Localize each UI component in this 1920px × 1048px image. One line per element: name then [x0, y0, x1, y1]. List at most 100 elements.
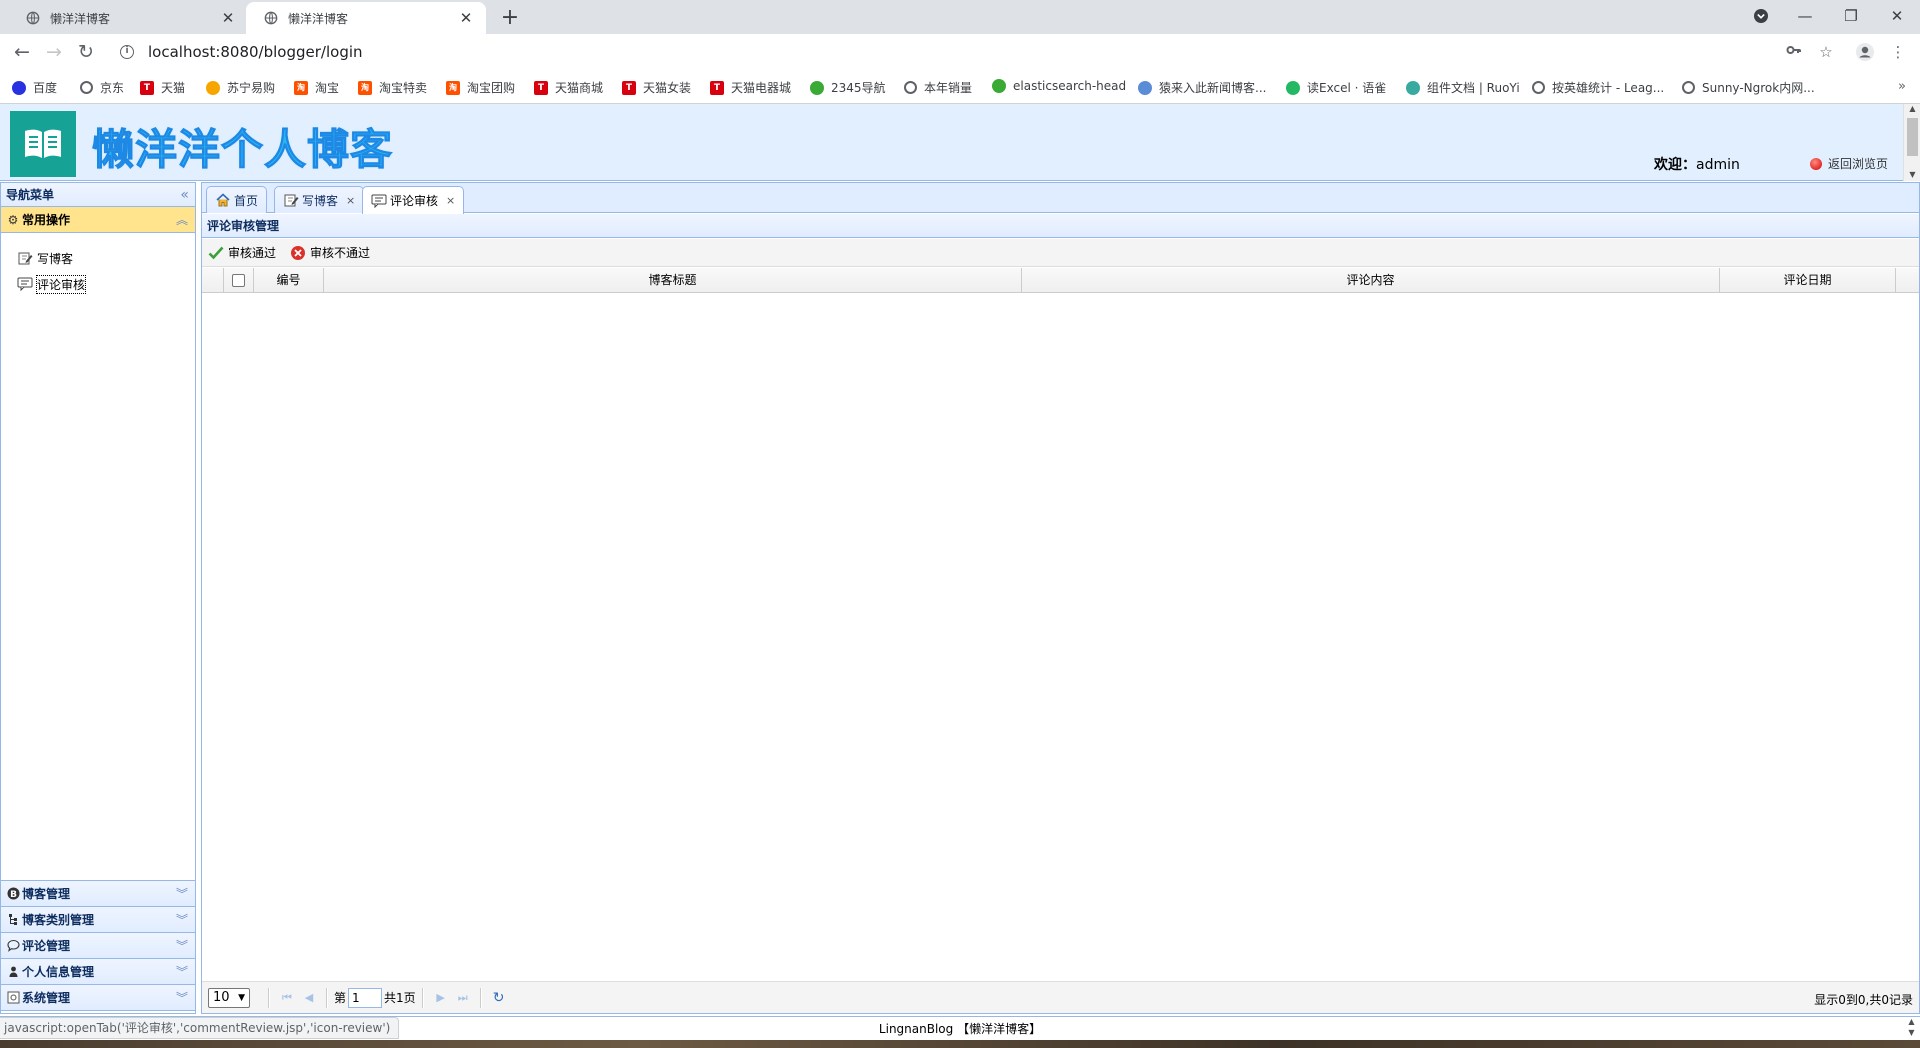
new-tab-button[interactable]: + — [498, 5, 522, 30]
bookmark-item[interactable]: T 天猫电器城 — [710, 79, 791, 96]
tab-write-blog[interactable]: 写博客 × — [274, 186, 365, 213]
user-icon — [6, 965, 20, 979]
first-page-icon[interactable]: ⏮ — [276, 991, 298, 1005]
minimize-button[interactable]: — — [1782, 0, 1828, 32]
pager-separator — [326, 987, 328, 1008]
close-icon[interactable]: ✕ — [220, 9, 236, 27]
bookmark-item[interactable]: 读Excel · 语雀 — [1286, 79, 1386, 96]
accordion-label: 个人信息管理 — [22, 964, 95, 979]
column-header-comment-content[interactable]: 评论内容 — [1022, 268, 1720, 293]
bookmarks-bar: 百度 京东 T 天猫 苏宁易购淘淘宝淘淘宝特卖淘淘宝团购 T 天猫商城 T 天猫女装 T 天猫电器城… — [0, 70, 1920, 104]
tmall-icon: T — [710, 80, 724, 95]
bookmark-item[interactable]: Sunny-Ngrok内网... — [1682, 79, 1815, 96]
browser-tab[interactable]: 懒洋洋博客 ✕ — [8, 2, 248, 34]
bookmarks-overflow-icon[interactable]: » — [1898, 79, 1906, 94]
close-icon[interactable]: ✕ — [458, 9, 474, 27]
tab-home[interactable]: 首页 — [206, 186, 268, 213]
bookmark-item[interactable]: 淘淘宝 — [294, 79, 339, 96]
accordion-profile-management[interactable]: 个人信息管理 ︾ — [1, 959, 195, 985]
back-arrow-icon[interactable]: ← — [10, 40, 34, 64]
address-bar[interactable]: i localhost:8080/blogger/login — [110, 37, 1810, 67]
bookmark-item[interactable]: 组件文档 | RuoYi — [1406, 79, 1520, 96]
scrollbar-thumb[interactable] — [1907, 118, 1918, 156]
nav-link-comment-review[interactable]: 评论审核 — [17, 271, 195, 297]
chevron-down-icon[interactable]: ︾ — [176, 959, 188, 985]
bookmark-item[interactable]: 按英雄统计 - Leag... — [1532, 79, 1664, 96]
chevron-down-icon[interactable]: ︾ — [176, 985, 188, 1011]
bookmark-item[interactable]: 百度 — [12, 79, 57, 96]
refresh-icon[interactable]: ↻ — [488, 990, 510, 1006]
scroll-down-arrow-icon[interactable]: ▼ — [1903, 1027, 1920, 1038]
bookmark-item[interactable]: 淘淘宝团购 — [446, 79, 515, 96]
column-header-blog-title[interactable]: 博客标题 — [324, 268, 1022, 293]
scroll-up-arrow-icon[interactable]: ▲ — [1903, 1016, 1920, 1027]
bookmark-item[interactable]: T 天猫 — [140, 79, 185, 96]
restore-button[interactable]: ❐ — [1828, 0, 1874, 32]
accordion-label: 评论管理 — [22, 938, 71, 953]
tab-search-icon[interactable] — [1738, 0, 1784, 32]
tab-close-icon[interactable]: × — [446, 194, 455, 207]
page-scrollbar[interactable]: ▲ ▼ — [1903, 104, 1920, 181]
bookmark-item[interactable]: elasticsearch-head — [992, 79, 1126, 93]
chevron-up-icon[interactable]: ︽ — [176, 207, 188, 233]
accordion-common-ops[interactable]: ⚙ 常用操作 ︽ — [1, 207, 195, 233]
tabs-header: 首页 写博客 × 评论审核 × — [202, 183, 1919, 214]
cancel-icon — [291, 245, 306, 260]
reject-button[interactable]: 审核不通过 — [290, 244, 370, 261]
west-nav-title-text: 导航菜单 — [6, 188, 55, 202]
bookmark-item[interactable]: T 天猫女装 — [622, 79, 691, 96]
bookmark-item[interactable]: 苏宁易购 — [206, 79, 275, 96]
accordion-comment-management[interactable]: 评论管理 ︾ — [1, 933, 195, 959]
welcome-user: admin — [1696, 157, 1740, 173]
select-all-checkbox[interactable] — [232, 274, 245, 287]
tab-close-icon[interactable]: × — [346, 194, 355, 207]
last-page-icon[interactable]: ⏭ — [452, 991, 474, 1005]
approve-button[interactable]: 审核通过 — [208, 244, 276, 261]
key-icon[interactable] — [1784, 42, 1804, 62]
svg-text:B: B — [10, 890, 17, 900]
bookmark-item[interactable]: 淘淘宝特卖 — [358, 79, 427, 96]
column-header-id[interactable]: 编号 — [254, 268, 324, 293]
bookmark-label: 本年销量 — [924, 81, 973, 95]
bookmark-item[interactable]: 京东 — [80, 79, 124, 96]
bookmark-star-icon[interactable]: ☆ — [1816, 42, 1836, 62]
bookmark-item[interactable]: T 天猫商城 — [534, 79, 603, 96]
bookmark-item[interactable]: 2345导航 — [810, 79, 886, 96]
accordion-blog-management[interactable]: B 博客管理 ︾ — [1, 881, 195, 907]
prev-page-icon[interactable]: ◀ — [298, 991, 320, 1004]
accordion-blog-category-management[interactable]: 博客类别管理 ︾ — [1, 907, 195, 933]
bookmark-label: 天猫女装 — [643, 81, 692, 95]
bookmark-item[interactable]: 本年销量 — [904, 79, 972, 96]
bookmark-label: 苏宁易购 — [227, 81, 276, 95]
column-header-comment-date[interactable]: 评论日期 — [1720, 268, 1896, 293]
menu-dots-icon[interactable]: ⋮ — [1888, 42, 1908, 62]
browser-tab-active[interactable]: 懒洋洋博客 ✕ — [246, 2, 486, 34]
back-to-browse-link[interactable]: 返回浏览页 — [1810, 155, 1888, 172]
chevron-down-icon[interactable]: ︾ — [176, 907, 188, 933]
tab-comment-review[interactable]: 评论审核 × — [362, 186, 465, 214]
site-info-icon[interactable]: i — [120, 45, 134, 59]
scroll-up-arrow-icon[interactable]: ▲ — [1904, 104, 1920, 113]
page-number-input[interactable]: 1 — [348, 987, 383, 1008]
accordion-system-management[interactable]: 系统管理 ︾ — [1, 985, 195, 1011]
page-size-select[interactable]: 10 ▼ — [208, 987, 250, 1008]
scroll-down-arrow-icon[interactable]: ▼ — [1904, 170, 1920, 179]
gear-icon: ⚙ — [7, 212, 19, 227]
chevron-down-icon[interactable]: ︾ — [176, 933, 188, 959]
forward-arrow-icon[interactable]: → — [42, 40, 66, 64]
window-close-button[interactable]: ✕ — [1874, 0, 1920, 32]
footer-scrollbar[interactable]: ▲ ▼ — [1903, 1016, 1920, 1040]
next-page-icon[interactable]: ▶ — [430, 991, 452, 1004]
chevron-down-icon: ▼ — [238, 992, 245, 1003]
profile-avatar-icon[interactable] — [1855, 42, 1875, 62]
reload-icon[interactable]: ↻ — [74, 40, 98, 64]
chevron-down-icon[interactable]: ︾ — [176, 881, 188, 907]
page-size-value: 10 — [213, 990, 230, 1005]
bookmark-item[interactable]: 猿来入此新闻博客... — [1138, 79, 1266, 96]
house-icon — [810, 80, 824, 95]
edit-icon — [18, 252, 33, 265]
nav-link-write-blog[interactable]: 写博客 — [17, 245, 195, 271]
bookmark-label: 组件文档 | RuoYi — [1427, 81, 1520, 95]
collapse-left-icon[interactable]: « — [180, 183, 189, 207]
row-number-header — [202, 268, 224, 293]
